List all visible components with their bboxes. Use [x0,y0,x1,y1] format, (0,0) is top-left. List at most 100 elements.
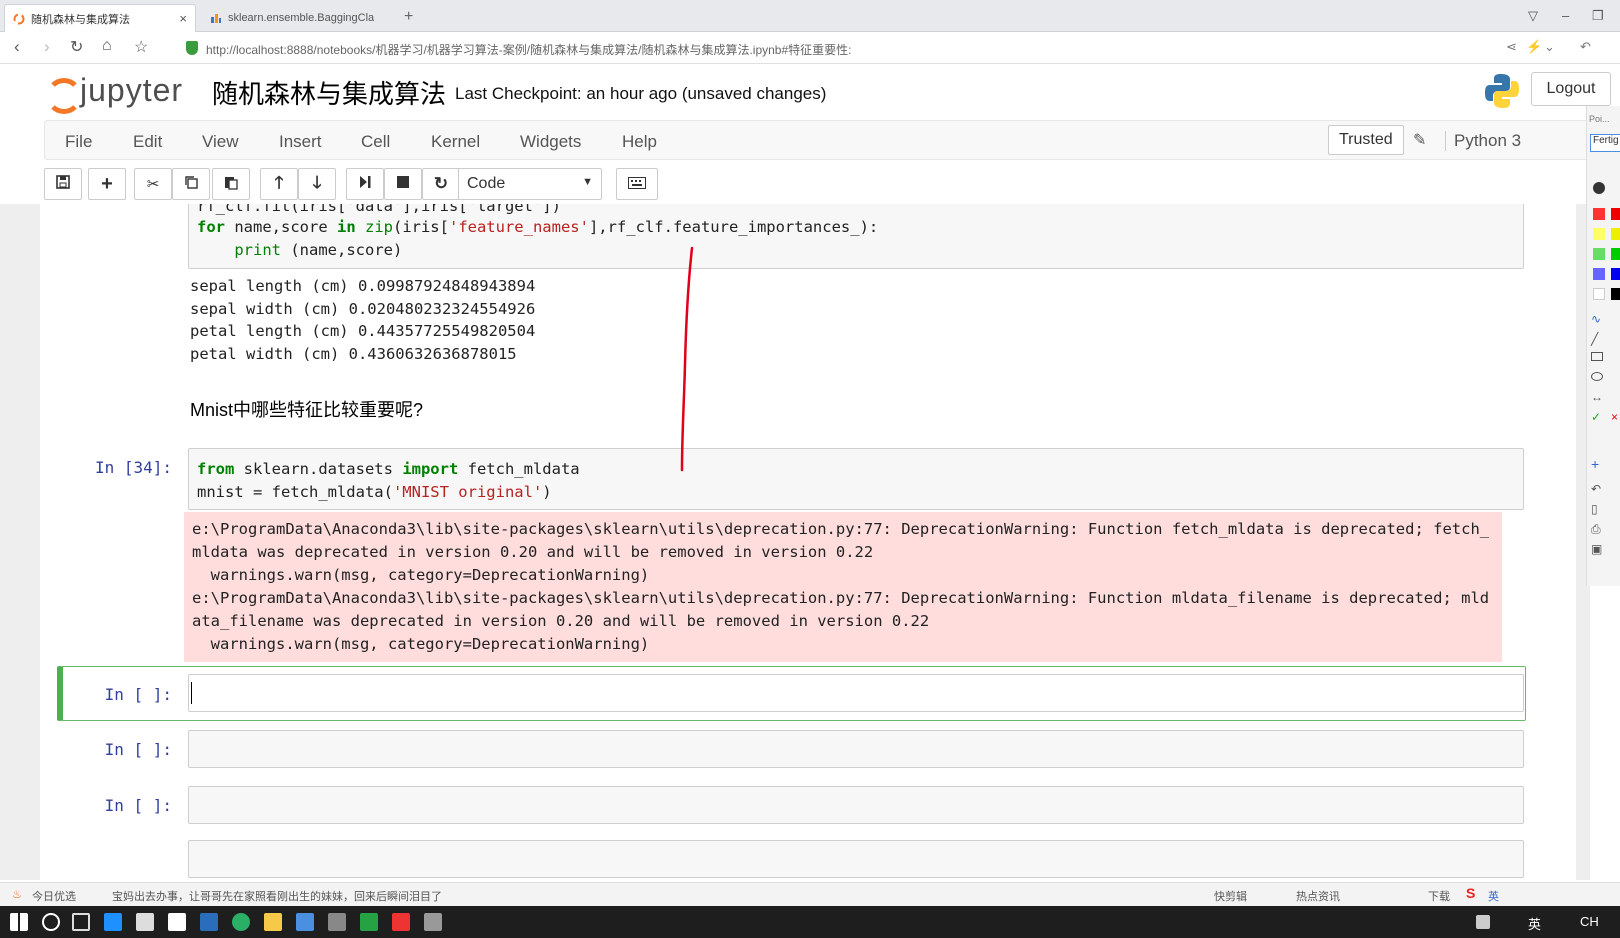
edge-icon[interactable] [104,913,122,931]
move-up-button[interactable]: 🡑 [260,168,298,200]
app-icon[interactable] [328,913,346,931]
menu-edit[interactable]: Edit [133,132,162,152]
rectangle-tool-icon[interactable] [1591,352,1603,361]
menu-file[interactable]: File [65,132,92,152]
check-icon[interactable]: ✓ [1591,410,1603,424]
menu-help[interactable]: Help [622,132,657,152]
hot-news-link[interactable]: 热点资讯 [1296,888,1340,904]
freehand-tool-icon[interactable]: ∿ [1591,312,1603,326]
minimize-icon[interactable]: – [1562,8,1569,23]
start-icon[interactable] [10,913,28,931]
download-link[interactable]: 下载 [1428,888,1450,904]
search-icon[interactable] [42,913,60,931]
menu-widgets[interactable]: Widgets [520,132,581,152]
ime-indicator[interactable]: 英 [1528,914,1541,933]
tray-icon[interactable] [1476,915,1490,929]
screenshot-icon[interactable]: ▣ [1591,542,1603,556]
insert-cell-button[interactable]: + [88,168,126,200]
color-swatch[interactable] [1593,208,1605,220]
color-swatch[interactable] [1611,228,1620,240]
color-swatch[interactable] [1611,268,1620,280]
paste-button[interactable] [212,168,250,200]
color-swatch[interactable] [1593,268,1605,280]
close-tab-icon[interactable]: × [179,11,187,26]
menu-view[interactable]: View [202,132,239,152]
forward-icon[interactable]: › [44,37,50,57]
back-icon[interactable]: ‹ [14,37,20,57]
sklearn-favicon-icon [210,12,222,24]
mail-icon[interactable] [168,913,186,931]
color-swatch[interactable] [1593,288,1605,300]
save-button[interactable] [44,168,82,200]
jupyter-logo[interactable]: jupyter [44,72,183,114]
tab-list-icon[interactable]: ▽ [1528,8,1538,24]
move-down-button[interactable]: 🡓 [298,168,336,200]
dropdown-icon[interactable]: ⌄ [1544,39,1555,55]
today-picks-label[interactable]: 今日优选 [32,888,76,904]
line-tool-icon[interactable]: ╱ [1591,332,1603,346]
code-cell-input[interactable] [188,786,1524,824]
ime-english-label[interactable]: 英 [1488,888,1499,904]
markdown-heading[interactable]: Mnist中哪些特征比较重要呢? [190,396,423,422]
cut-button[interactable]: ✂ [134,168,172,200]
copy-button[interactable] [172,168,210,200]
sogou-ime-icon[interactable]: S [1466,885,1475,901]
brush-size-icon[interactable] [1593,182,1605,194]
notebook-scroll-area[interactable]: rf_clf.fit(iris['data'],iris['target']) … [0,204,1590,880]
menu-kernel[interactable]: Kernel [431,132,480,152]
edit-pencil-icon[interactable]: ✎ [1413,130,1426,150]
run-button[interactable] [346,168,384,200]
browser-360-icon[interactable] [232,913,250,931]
command-palette-button[interactable] [616,168,658,200]
new-tab-icon[interactable]: + [404,8,413,26]
code-cell-input[interactable]: rf_clf.fit(iris['data'],iris['target']) … [188,204,1524,269]
store-icon[interactable] [136,913,154,931]
task-view-icon[interactable] [72,913,90,931]
ellipse-tool-icon[interactable] [1591,372,1603,381]
url-field[interactable]: http://localhost:8888/notebooks/机器学习/机器学… [206,41,851,58]
color-swatch[interactable] [1593,228,1605,240]
restart-button[interactable]: ↻ [422,168,460,200]
code-cell-input[interactable]: from sklearn.datasets import fetch_mldat… [188,448,1524,510]
home-icon[interactable]: ⌂ [102,37,112,55]
reload-icon[interactable]: ↻ [70,37,83,57]
menu-cell[interactable]: Cell [361,132,390,152]
cross-icon[interactable]: × [1611,410,1620,424]
page-icon[interactable]: ▯ [1591,502,1603,516]
notebook-title[interactable]: 随机森林与集成算法 [212,74,446,111]
arrow-tool-icon[interactable]: ↔ [1591,390,1603,404]
color-swatch[interactable] [1611,208,1620,220]
interrupt-button[interactable] [384,168,422,200]
logout-button[interactable]: Logout [1531,72,1611,106]
keyword-token: in [336,218,356,236]
folder-icon[interactable] [264,913,282,931]
color-swatch[interactable] [1611,288,1620,300]
bookmark-star-icon[interactable]: ☆ [134,37,148,57]
windows-taskbar: 英 CH [0,906,1620,938]
news-ticker[interactable]: 宝妈出去办事，让哥哥先在家照看刚出生的妹妹，回来后瞬间泪目了 [112,888,442,904]
lightning-icon[interactable]: ⚡ [1526,39,1542,55]
undo-draw-icon[interactable]: ↶ [1591,482,1603,496]
color-swatch[interactable] [1611,248,1620,260]
app-icon[interactable] [424,913,442,931]
app-icon[interactable] [200,913,218,931]
trusted-badge[interactable]: Trusted [1328,125,1404,155]
cell-type-select[interactable]: Code ▼ [458,168,602,200]
browser-tab[interactable]: sklearn.ensemble.BaggingCla [202,4,398,32]
print-icon[interactable]: ⎙ [1591,522,1603,536]
app-icon[interactable] [360,913,378,931]
browser-tab-active[interactable]: 随机森林与集成算法 × [4,4,196,32]
share-icon[interactable]: ⋖ [1506,39,1517,55]
code-cell-input[interactable] [188,840,1524,878]
color-swatch[interactable] [1593,248,1605,260]
code-cell-input[interactable] [188,730,1524,768]
input-language[interactable]: CH [1580,914,1599,929]
restore-icon[interactable]: ❐ [1592,8,1604,24]
zoom-in-icon[interactable]: + [1591,456,1603,472]
quick-edit-link[interactable]: 快剪辑 [1214,888,1247,904]
app-icon[interactable] [392,913,410,931]
menu-insert[interactable]: Insert [279,132,322,152]
app-icon[interactable] [296,913,314,931]
undo-icon[interactable]: ↶ [1580,39,1591,55]
code-cell-input[interactable] [188,674,1524,712]
